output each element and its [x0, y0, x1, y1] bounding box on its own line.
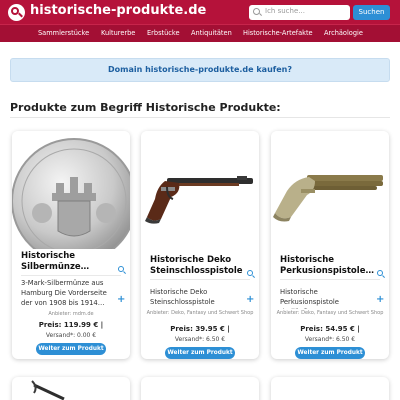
product-description: 3-Mark-Silbermünze aus Hamburg Die Vorde…: [21, 279, 107, 307]
search-button[interactable]: Suchen: [353, 5, 390, 20]
product-seller: Anbieter: Deko, Fantasy und Schwert Shop: [146, 310, 254, 316]
category-nav: Sammlerstücke Kulturerbe Erbstücke Antiq…: [0, 24, 400, 42]
product-card: Historische Deko Steinschlosspistole His…: [141, 131, 259, 359]
flintlock-pistol-image[interactable]: [141, 131, 259, 249]
product-title[interactable]: Historische Deko Steinschlosspistole: [150, 255, 250, 277]
product-title[interactable]: Historische Silbermünze…: [21, 251, 121, 273]
zoom-icon[interactable]: [118, 266, 126, 275]
divider: [10, 117, 390, 118]
expand-icon[interactable]: +: [376, 295, 384, 305]
logo-search-icon[interactable]: [8, 4, 25, 21]
product-card: [141, 377, 259, 400]
expand-icon[interactable]: +: [246, 295, 254, 305]
product-shipping: Versand*: 6.50 €: [304, 336, 356, 343]
product-price: Preis: 54.95 € |: [300, 325, 360, 333]
divider: [21, 275, 121, 276]
section-title: Produkte zum Begriff Historische Produkt…: [10, 101, 281, 114]
product-card: Historische Perkusionspistole… Historisc…: [271, 131, 389, 359]
top-header: historische-produkte.de Ich suche... Suc…: [0, 0, 400, 24]
domain-sale-banner[interactable]: Domain historische-produkte.de kaufen?: [10, 58, 390, 82]
search-placeholder: Ich suche...: [265, 7, 305, 15]
product-cta-button[interactable]: Weiter zum Produkt: [165, 347, 235, 359]
product-description: Historische Deko Steinschlosspistole: [150, 288, 215, 306]
product-seller: Anbieter: Deko, Fantasy und Schwert Shop: [276, 310, 384, 316]
expand-icon[interactable]: +: [117, 295, 125, 305]
product-card: [12, 377, 130, 400]
product-cta-button[interactable]: Weiter zum Produkt: [36, 343, 106, 355]
nav-item-erbstuecke[interactable]: Erbstücke: [147, 29, 180, 37]
divider: [150, 279, 250, 280]
search-input[interactable]: Ich suche...: [249, 5, 350, 20]
product-description: Historische Perkusionspistole dreiläufig: [280, 288, 339, 309]
nav-item-archaeologie[interactable]: Archäologie: [324, 29, 363, 37]
product-card: Historische Silbermünze… 3-Mark-Silbermü…: [12, 131, 130, 359]
crossbow-image[interactable]: [12, 377, 130, 400]
product-price: Preis: 39.95 € |: [170, 325, 230, 333]
nav-item-sammlerstuecke[interactable]: Sammlerstücke: [38, 29, 89, 37]
product-seller: Anbieter: mdm.de: [48, 311, 94, 317]
product-title[interactable]: Historische Perkusionspistole…: [280, 255, 380, 277]
divider: [280, 279, 380, 280]
nav-item-antiquitaeten[interactable]: Antiquitäten: [191, 29, 232, 37]
site-title[interactable]: historische-produkte.de: [30, 3, 206, 18]
product-price: Preis: 119.99 € |: [38, 321, 104, 329]
coin-image[interactable]: [12, 131, 130, 249]
zoom-icon[interactable]: [377, 270, 385, 279]
percussion-pistol-image[interactable]: [271, 131, 389, 249]
product-shipping: Versand*: 6.50 €: [174, 336, 226, 343]
product-cta-button[interactable]: Weiter zum Produkt: [295, 347, 365, 359]
product-card: [271, 377, 389, 400]
zoom-icon[interactable]: [247, 270, 255, 279]
product-shipping: Versand*: 0.00 €: [45, 332, 97, 339]
nav-item-historische-artefakte[interactable]: Historische-Artefakte: [243, 29, 313, 37]
nav-item-kulturerbe[interactable]: Kulturerbe: [101, 29, 135, 37]
